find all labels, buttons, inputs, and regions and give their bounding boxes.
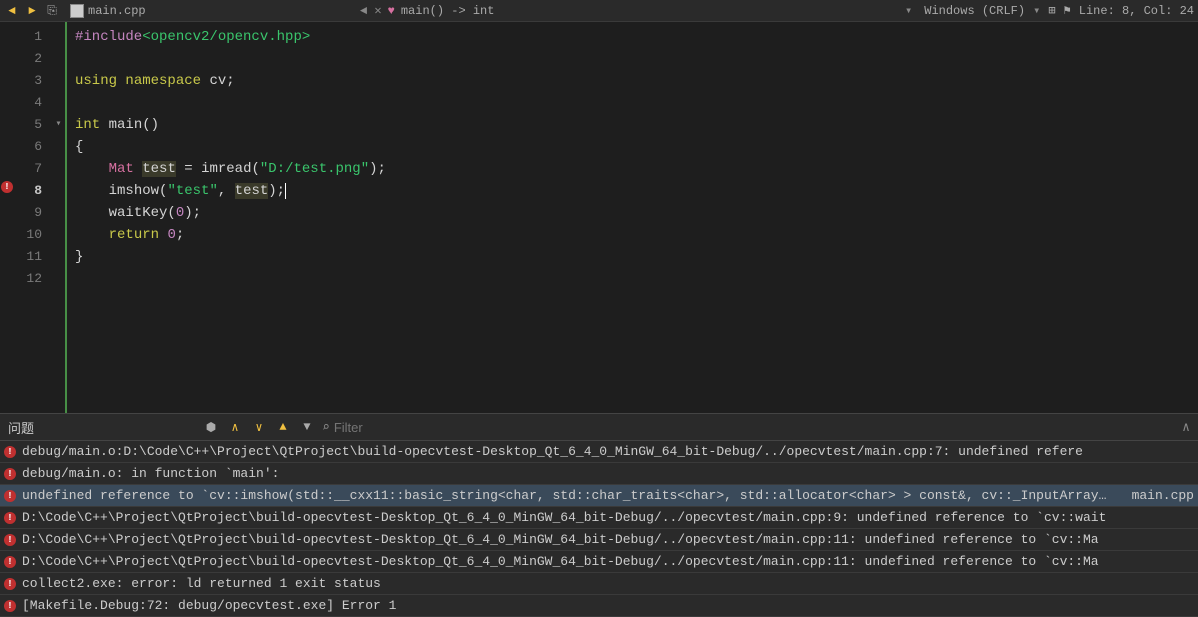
issue-row[interactable]: !D:\Code\C++\Project\QtProject\build-ope…: [0, 551, 1198, 573]
close-tab-icon[interactable]: ◄ ✕: [360, 3, 382, 18]
code-line: imshow("test", test);: [75, 180, 1190, 202]
code-line: [75, 92, 1190, 114]
breadcrumb-text[interactable]: main() -> int: [401, 4, 495, 18]
line-num[interactable]: 12: [14, 268, 42, 290]
issue-row[interactable]: !D:\Code\C++\Project\QtProject\build-ope…: [0, 529, 1198, 551]
line-num-current[interactable]: 8: [14, 180, 42, 202]
issues-panel: 问题 ⬢ ∧ ∨ ▲ ▼ ⌕ ∧ !debug/main.o:D:\Code\C…: [0, 413, 1198, 617]
top-right-controls: ▾ Windows (CRLF) ▾ ⊞ ⚑ Line: 8, Col: 24: [905, 3, 1194, 18]
code-line: }: [75, 246, 1190, 268]
line-numbers: 1 2 3 4 5 6 7 8 9 10 11 12: [14, 22, 52, 413]
line-num[interactable]: 1: [14, 26, 42, 48]
code-line: #include<opencv2/opencv.hpp>: [75, 26, 1190, 48]
line-num[interactable]: 11: [14, 246, 42, 268]
filter-input[interactable]: [334, 420, 534, 435]
line-num[interactable]: 4: [14, 92, 42, 114]
issue-row[interactable]: !debug/main.o: in function `main':: [0, 463, 1198, 485]
back-icon[interactable]: ◄: [4, 3, 20, 19]
breadcrumb-area: ◄ ✕ ♥ main() -> int: [360, 3, 494, 18]
code-line: {: [75, 136, 1190, 158]
error-icon: !: [4, 446, 16, 458]
issues-list[interactable]: !debug/main.o:D:\Code\C++\Project\QtProj…: [0, 441, 1198, 617]
issue-row[interactable]: ![Makefile.Debug:72: debug/opecvtest.exe…: [0, 595, 1198, 617]
code-line: int main(): [75, 114, 1190, 136]
forward-icon[interactable]: ►: [24, 3, 40, 19]
error-icon: !: [4, 578, 16, 590]
issues-toolbar: ⬢ ∧ ∨ ▲ ▼ ⌕: [202, 418, 534, 436]
issues-header: 问题 ⬢ ∧ ∨ ▲ ▼ ⌕ ∧: [0, 414, 1198, 441]
line-num[interactable]: 7: [14, 158, 42, 180]
error-icon: !: [4, 534, 16, 546]
breadcrumb-dropdown-icon[interactable]: ▾: [905, 3, 912, 18]
line-num[interactable]: 2: [14, 48, 42, 70]
encoding-dropdown-icon[interactable]: ▾: [1033, 3, 1040, 18]
function-icon: ♥: [388, 4, 395, 18]
fold-toggle-icon[interactable]: ▾: [52, 114, 65, 136]
search-icon: ⌕: [322, 420, 330, 435]
error-gutter: !: [0, 22, 14, 413]
encoding-label[interactable]: Windows (CRLF): [924, 4, 1025, 18]
line-num[interactable]: 3: [14, 70, 42, 92]
bookmark-icon[interactable]: ⚑: [1064, 3, 1071, 18]
error-icon: !: [4, 468, 16, 480]
error-icon: !: [4, 512, 16, 524]
code-line: waitKey(0);: [75, 202, 1190, 224]
top-left-controls: ◄ ► ⎘ main.cpp: [4, 3, 152, 19]
code-line: [75, 48, 1190, 70]
issue-row[interactable]: !D:\Code\C++\Project\QtProject\build-ope…: [0, 507, 1198, 529]
line-num[interactable]: 10: [14, 224, 42, 246]
panel-close-icon[interactable]: ∧: [1182, 420, 1190, 435]
issues-title: 问题: [8, 418, 34, 437]
build-icon[interactable]: ⬢: [202, 418, 220, 436]
issue-row[interactable]: !collect2.exe: error: ld returned 1 exit…: [0, 573, 1198, 595]
line-num[interactable]: 5: [14, 114, 42, 136]
code-line: return 0;: [75, 224, 1190, 246]
editor-area: ! 1 2 3 4 5 6 7 8 9 10 11 12 ▾ #include<…: [0, 22, 1198, 413]
code-area[interactable]: #include<opencv2/opencv.hpp> using names…: [67, 22, 1198, 413]
issue-row[interactable]: !undefined reference to `cv::imshow(std:…: [0, 485, 1198, 507]
code-line: using namespace cv;: [75, 70, 1190, 92]
error-icon: !: [4, 556, 16, 568]
up-icon[interactable]: ∧: [226, 418, 244, 436]
filter-funnel-icon[interactable]: ▼: [298, 418, 316, 436]
fold-column: ▾: [52, 22, 67, 413]
code-line: Mat test = imread("D:/test.png");: [75, 158, 1190, 180]
file-icon: [70, 4, 84, 18]
down-icon[interactable]: ∨: [250, 418, 268, 436]
warning-icon[interactable]: ▲: [274, 418, 292, 436]
filter-box: ⌕: [322, 420, 534, 435]
file-tab[interactable]: main.cpp: [64, 4, 152, 18]
copy-icon[interactable]: ⎘: [44, 3, 60, 19]
file-name: main.cpp: [88, 4, 146, 18]
code-line: [75, 268, 1190, 290]
split-icon[interactable]: ⊞: [1048, 3, 1055, 18]
line-num[interactable]: 9: [14, 202, 42, 224]
error-icon: !: [4, 600, 16, 612]
error-icon: !: [4, 490, 16, 502]
error-marker[interactable]: !: [0, 176, 14, 198]
issue-row[interactable]: !debug/main.o:D:\Code\C++\Project\QtProj…: [0, 441, 1198, 463]
top-bar: ◄ ► ⎘ main.cpp ◄ ✕ ♥ main() -> int ▾ Win…: [0, 0, 1198, 22]
line-num[interactable]: 6: [14, 136, 42, 158]
cursor-position: Line: 8, Col: 24: [1079, 4, 1194, 18]
